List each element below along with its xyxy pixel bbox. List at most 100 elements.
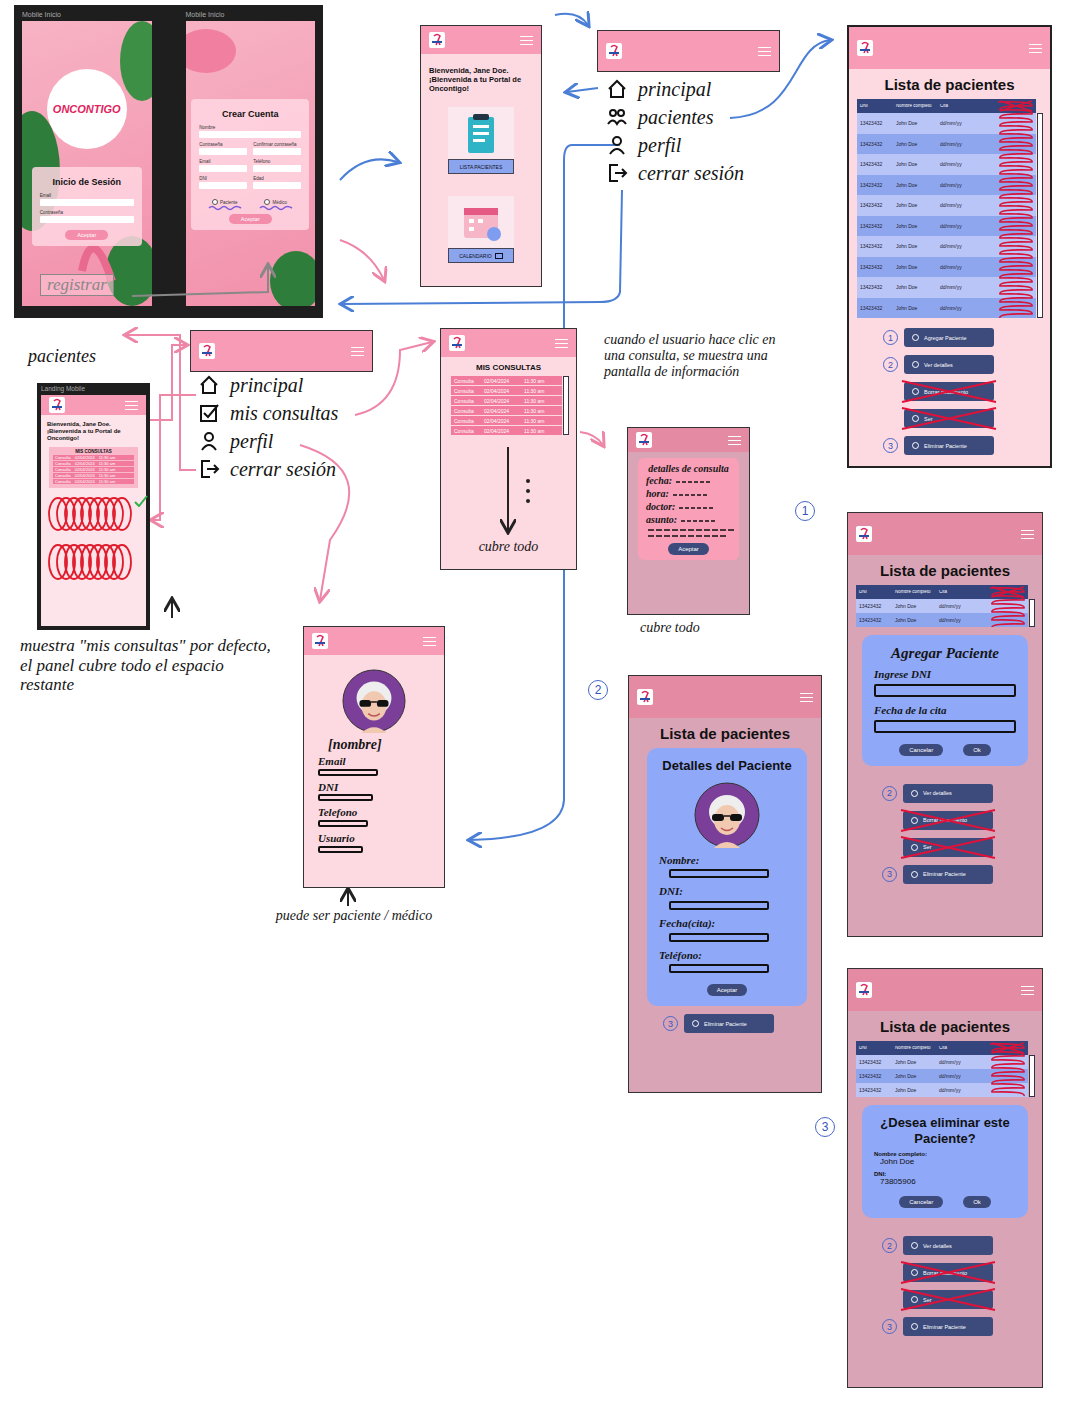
table-cell: John Doe xyxy=(892,603,936,609)
action-button[interactable]: Eliminar Paciente xyxy=(684,1014,774,1033)
menu-item[interactable]: principal xyxy=(198,372,338,398)
action-button[interactable]: Ver detalles xyxy=(903,784,993,803)
action-button[interactable]: Borrar documento xyxy=(903,1263,993,1282)
accept-button[interactable]: Aceptar xyxy=(65,230,108,240)
table-cell: dd/mm/yy xyxy=(937,264,977,270)
action-button[interactable]: Ver detalles xyxy=(904,355,994,374)
menu-item[interactable]: cerrar sesión xyxy=(198,456,338,482)
menu-item-label: perfil xyxy=(230,430,273,453)
menu-icon[interactable] xyxy=(423,637,436,646)
table-row[interactable]: 13423432John Doedd/mm/yy xyxy=(856,1055,1028,1069)
text-input[interactable] xyxy=(874,720,1016,733)
radio-button[interactable] xyxy=(264,199,270,205)
profile-field: DNI xyxy=(304,779,444,805)
value-lines xyxy=(646,527,736,539)
menu-icon-bar xyxy=(423,645,436,646)
consulta-row[interactable]: Consulta02/04/202411:30 am xyxy=(451,416,562,425)
menu-icon[interactable] xyxy=(728,436,741,445)
profile-note: puede ser paciente / médico xyxy=(274,908,434,924)
scrollbar[interactable] xyxy=(1037,113,1043,318)
menu-item[interactable]: perfil xyxy=(606,132,744,158)
menu-icon[interactable] xyxy=(1021,986,1034,995)
consulta-row[interactable]: Consulta02/04/202411:30 am xyxy=(53,473,134,478)
text-input[interactable] xyxy=(874,684,1016,697)
action-button[interactable]: Eliminar Paciente xyxy=(903,865,993,884)
menu-item[interactable]: perfil xyxy=(198,428,338,454)
step-number-text: 3 xyxy=(887,1322,892,1332)
menu-item[interactable]: mis consultas xyxy=(198,400,338,426)
text-input[interactable] xyxy=(199,165,247,172)
action-button[interactable]: Ver detalles xyxy=(903,1236,993,1255)
card-image xyxy=(448,196,514,248)
text-input[interactable] xyxy=(253,165,301,172)
menu-icon[interactable] xyxy=(1021,530,1034,539)
landing-card[interactable]: CALENDARIO xyxy=(448,196,514,263)
consulta-cell: 11:30 am xyxy=(99,461,115,466)
action-button[interactable]: Ser xyxy=(903,838,993,857)
cancel-button[interactable]: Cancelar xyxy=(899,1196,943,1208)
menu-icon-bar xyxy=(1021,530,1034,531)
menu-icon[interactable] xyxy=(800,693,813,702)
text-input[interactable] xyxy=(199,148,247,155)
accept-button[interactable]: Aceptar xyxy=(707,984,748,996)
accept-button[interactable]: Aceptar xyxy=(668,543,709,555)
scrollbar[interactable] xyxy=(1029,1055,1035,1097)
text-input[interactable] xyxy=(199,182,247,189)
radio-button[interactable] xyxy=(212,199,218,205)
field: Email xyxy=(199,159,247,176)
cancel-button[interactable]: Cancelar xyxy=(899,744,943,756)
menu-icon[interactable] xyxy=(1029,44,1042,53)
menu-icon[interactable] xyxy=(555,339,568,348)
accept-button[interactable]: Aceptar xyxy=(229,214,272,224)
action-button[interactable]: Borrar documento xyxy=(904,382,994,401)
value-line xyxy=(681,518,715,522)
patient-details-screen: Lista de pacientesDetalles del PacienteN… xyxy=(628,675,822,1093)
ok-button[interactable]: Ok xyxy=(963,1196,991,1208)
register-screen: Crear CuentaNombreContraseñaConfirmar co… xyxy=(186,21,316,306)
consulta-row[interactable]: Consulta02/04/202411:30 am xyxy=(451,376,562,385)
menu-icon[interactable] xyxy=(758,47,771,56)
action-button[interactable]: Borrar documento xyxy=(903,811,993,830)
scrollbar[interactable] xyxy=(563,376,569,435)
table-row[interactable]: 13423432John Doedd/mm/yy xyxy=(857,134,1036,155)
action-button[interactable]: Ser xyxy=(904,409,994,428)
login-column: Mobile InicioONCONTIGOInicio de SesiónEm… xyxy=(22,9,152,306)
consulta-row[interactable]: Consulta02/04/202411:30 am xyxy=(53,461,134,466)
step-number-text: 3 xyxy=(888,441,893,451)
action-button[interactable]: Agregar Paciente xyxy=(904,328,994,347)
text-input[interactable] xyxy=(40,199,134,206)
action-row: Ser xyxy=(883,409,1050,428)
menu-icon[interactable] xyxy=(125,401,138,410)
consulta-row[interactable]: Consulta02/04/202411:30 am xyxy=(53,467,134,472)
action-button[interactable]: Eliminar Paciente xyxy=(904,436,994,455)
role-option[interactable]: Paciente xyxy=(208,199,242,211)
menu-icon[interactable] xyxy=(351,347,364,356)
landing-card[interactable]: LISTA PACIENTES xyxy=(448,107,514,174)
consulta-row[interactable]: Consulta02/04/202411:30 am xyxy=(53,455,134,460)
frame-label: Landing Mobile xyxy=(41,383,146,395)
role-option[interactable]: Médico xyxy=(259,199,293,211)
logo-icon xyxy=(429,32,445,48)
menu-item[interactable]: pacientes xyxy=(606,104,744,130)
text-input[interactable] xyxy=(199,131,301,138)
column-header: Cita xyxy=(936,590,976,595)
table-row[interactable]: 13423432John Doedd/mm/yy xyxy=(856,599,1028,613)
menu-item[interactable]: principal xyxy=(606,76,744,102)
action-button[interactable]: Eliminar Paciente xyxy=(903,1317,993,1336)
logo-text: ONCONTIGO xyxy=(53,103,121,115)
text-input[interactable] xyxy=(40,216,134,223)
field-label: doctor: xyxy=(646,501,675,513)
ok-button[interactable]: Ok xyxy=(963,744,991,756)
consulta-row[interactable]: Consulta02/04/202411:30 am xyxy=(451,386,562,395)
consulta-row[interactable]: Consulta02/04/202411:30 am xyxy=(451,396,562,405)
action-button[interactable]: Ser xyxy=(903,1290,993,1309)
text-input[interactable] xyxy=(253,148,301,155)
consulta-row[interactable]: Consulta02/04/202411:30 am xyxy=(53,479,134,484)
menu-icon[interactable] xyxy=(520,36,533,45)
scrollbar[interactable] xyxy=(1029,599,1035,627)
text-input[interactable] xyxy=(253,182,301,189)
consulta-row[interactable]: Consulta02/04/202411:30 am xyxy=(451,406,562,415)
menu-item[interactable]: cerrar sesión xyxy=(606,160,744,186)
table-row[interactable]: 13423432John Doedd/mm/yy xyxy=(856,1083,1028,1097)
consulta-row[interactable]: Consulta02/04/202411:30 am xyxy=(451,426,562,435)
